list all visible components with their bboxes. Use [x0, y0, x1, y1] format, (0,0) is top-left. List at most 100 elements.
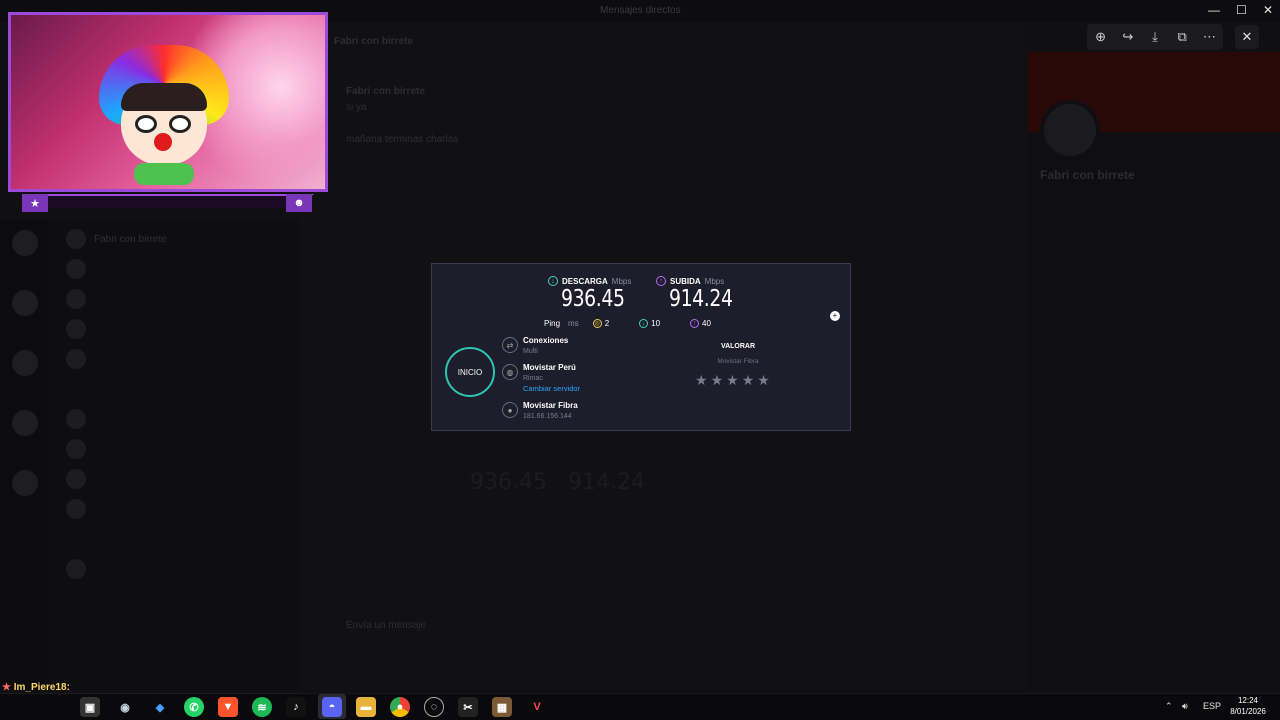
download-label: DESCARGA	[562, 276, 608, 286]
ping-unit: ms	[568, 319, 579, 328]
discord-icon[interactable]: ◓	[322, 697, 342, 717]
connections-title: Conexiones	[523, 336, 569, 345]
system-clock[interactable]: 12:24 8/01/2026	[1226, 695, 1270, 717]
chrome-icon[interactable]: ●	[390, 697, 410, 717]
star-icon[interactable]: ★	[742, 372, 755, 389]
dm-item[interactable]	[66, 258, 86, 280]
ping-download: ↓ 10	[639, 319, 660, 328]
star-icon[interactable]: ★	[757, 372, 770, 389]
provider-ip: 181.66.156.144	[523, 413, 572, 420]
task-view-icon[interactable]: ▣	[80, 697, 100, 717]
tray-overflow-icon[interactable]: ⌃	[1165, 701, 1173, 712]
open-external-icon[interactable]: ⧉	[1172, 29, 1192, 45]
dm-list: Fabri con birrete	[48, 220, 298, 690]
upload-unit: Mbps	[704, 276, 725, 286]
server-icon[interactable]	[12, 350, 38, 376]
avatar	[66, 289, 86, 309]
more-icon[interactable]: ⋯	[1199, 29, 1219, 45]
steam-icon[interactable]: ◉	[115, 697, 135, 717]
dm-item[interactable]	[66, 468, 86, 490]
avatar	[66, 499, 86, 519]
capcut-icon[interactable]: ✂	[458, 697, 478, 717]
whatsapp-icon[interactable]: ✆	[184, 697, 204, 717]
avatar-artwork	[8, 12, 328, 192]
start-button[interactable]: INICIO	[445, 347, 495, 397]
server-icon[interactable]	[12, 290, 38, 316]
maximize-button[interactable]: ☐	[1236, 3, 1247, 17]
volume-icon[interactable]: 🔊︎	[1182, 701, 1188, 712]
upload-icon: ↑	[656, 276, 666, 286]
star-icon[interactable]: ★	[726, 372, 739, 389]
bow-tie	[134, 163, 194, 185]
ping-idle: ◎ 2	[592, 319, 610, 328]
rating-stars: ★ ★ ★ ★ ★	[695, 372, 770, 389]
star-icon[interactable]: ★	[711, 372, 724, 389]
tiktok-icon[interactable]: ♪	[286, 697, 306, 717]
window-title: Mensajes directos	[600, 5, 681, 16]
dm-item[interactable]	[66, 438, 86, 460]
dm-item[interactable]	[66, 288, 86, 310]
connections-icon: ⇄	[502, 337, 518, 353]
message-text: mañana terminas charlas	[346, 134, 459, 145]
webcam-bar	[22, 194, 314, 208]
stream-chat-line: ★ Im_Piere18:	[2, 682, 70, 693]
glasses-left	[135, 115, 157, 133]
window-close-button[interactable]: ✕	[1263, 3, 1273, 17]
connections-row: ⇄ Conexiones Multi	[502, 336, 568, 355]
upload-value: 914.24	[669, 286, 733, 312]
dm-item[interactable]	[66, 498, 86, 520]
rating-provider: Movistar Fibra	[717, 358, 759, 365]
change-server-link[interactable]: Cambiar servidor	[523, 384, 580, 393]
upload-label: SUBIDA	[670, 276, 701, 286]
server-location: Rimac	[523, 375, 543, 382]
vpn-icon[interactable]: ◆	[150, 697, 170, 717]
dm-name: Fabri con birrete	[94, 233, 167, 245]
server-icon[interactable]	[12, 230, 38, 256]
provider-row: ● Movistar Fibra 181.66.156.144	[502, 401, 578, 420]
ping-download-icon: ↓	[639, 319, 649, 328]
globe-icon: ◍	[502, 364, 518, 380]
rating-section: VALORAR Movistar Fibra	[702, 343, 774, 365]
star-icon[interactable]: ★	[695, 372, 708, 389]
share-icon[interactable]: ↪	[1118, 29, 1138, 45]
server-icon[interactable]	[12, 410, 38, 436]
minecraft-icon[interactable]: ▦	[492, 697, 512, 717]
spotify-icon[interactable]: ≋	[252, 697, 272, 717]
download-value: 936.45	[561, 286, 625, 312]
clown-nose	[154, 133, 172, 151]
download-unit: Mbps	[611, 276, 632, 286]
dm-item[interactable]	[66, 408, 86, 430]
dm-item[interactable]	[66, 558, 86, 580]
connections-value: Multi	[523, 348, 538, 355]
dm-item[interactable]	[66, 318, 86, 340]
valorant-icon[interactable]: V	[527, 697, 547, 717]
ping-idle-icon: ◎	[592, 319, 602, 328]
clock-date: 8/01/2026	[1230, 707, 1266, 716]
brave-icon[interactable]: ▼	[218, 697, 238, 717]
hair	[121, 83, 207, 111]
avatar	[66, 319, 86, 339]
download-header: ↓ DESCARGA Mbps	[548, 276, 631, 286]
message-author: Fabri con birrete	[346, 86, 425, 97]
dm-item[interactable]	[66, 348, 86, 370]
download-icon[interactable]: ⤓	[1145, 29, 1165, 45]
user-icon: ●	[502, 402, 518, 418]
dm-item[interactable]: Fabri con birrete	[66, 228, 167, 250]
ping-label: Ping	[544, 319, 561, 328]
file-explorer-icon[interactable]: ▬	[356, 697, 376, 717]
obs-icon[interactable]: ◌	[424, 697, 444, 717]
language-indicator[interactable]: ESP	[1203, 701, 1221, 711]
server-icon[interactable]	[12, 470, 38, 496]
viewer-close-button[interactable]: ✕	[1235, 25, 1259, 49]
clown-avatar	[99, 45, 229, 189]
chat-header-name: Fabri con birrete	[334, 36, 413, 47]
profile-name: Fabri con birrete	[1040, 168, 1135, 182]
message-input[interactable]: Envía un mensaje	[346, 620, 426, 631]
avatar	[66, 469, 86, 489]
embedded-speedtest-image: 936.45 914.24	[470, 470, 645, 495]
server-row: ◍ Movistar Perú Rimac Cambiar servidor	[502, 363, 580, 393]
avatar	[1040, 100, 1100, 160]
minimize-button[interactable]: —	[1208, 3, 1220, 17]
message-text: si ya	[346, 102, 367, 113]
zoom-in-icon[interactable]: ⊕	[1091, 29, 1111, 45]
